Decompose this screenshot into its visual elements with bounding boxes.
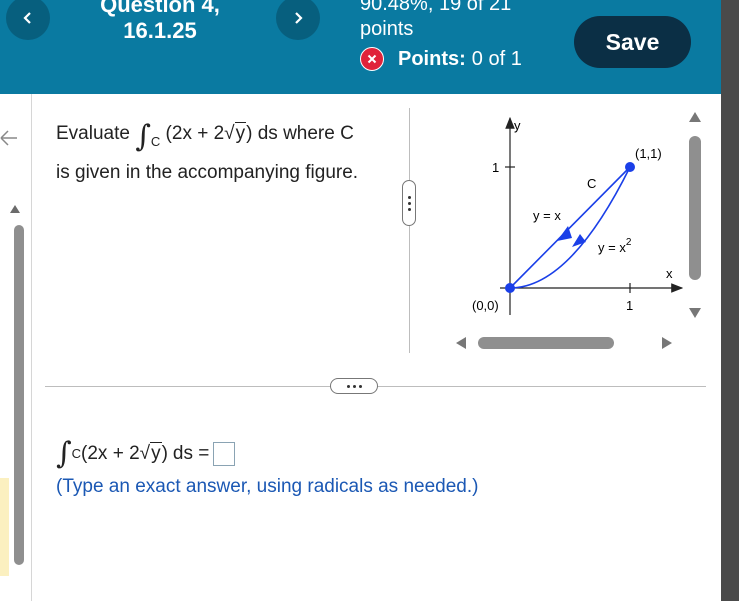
answer-sqrt-sign: √ bbox=[139, 443, 151, 464]
line-y-equals-x bbox=[509, 166, 631, 289]
line-label: y = x bbox=[533, 208, 561, 223]
pane-divider bbox=[31, 94, 32, 601]
window-edge bbox=[721, 0, 739, 601]
gear-icon[interactable] bbox=[636, 0, 650, 4]
arrow-left-icon[interactable] bbox=[0, 128, 18, 148]
parabola-label-base: y = x bbox=[598, 240, 626, 255]
sqrt-sign: √ bbox=[224, 123, 235, 144]
ds-equals: ds = bbox=[172, 443, 210, 464]
y-tick-label: 1 bbox=[492, 160, 499, 175]
question-line2: is given in the accompanying figure. bbox=[56, 162, 359, 183]
integral-symbol: ∫ bbox=[135, 119, 151, 154]
answer-instruction: (Type an exact answer, using radicals as… bbox=[56, 476, 479, 497]
vertical-splitter-handle[interactable] bbox=[402, 180, 416, 226]
scroll-left-arrow-icon bbox=[456, 337, 466, 349]
x-tick-label: 1 bbox=[626, 298, 633, 313]
curve-figure: y x 1 1 (0,0) (1,1) C y = x y = x2 bbox=[472, 116, 684, 315]
next-question-button[interactable] bbox=[276, 0, 320, 40]
answer-row: ∫ C (2x + 2 √y) ds = bbox=[56, 436, 236, 472]
integrand-start: (2x + 2 bbox=[165, 123, 225, 144]
score-unit: points bbox=[360, 18, 414, 40]
points-status: Points: 0 of 1 bbox=[360, 46, 522, 72]
points-value: 0 of 1 bbox=[471, 48, 522, 70]
curve-subscript: C bbox=[150, 134, 161, 149]
answer-input[interactable] bbox=[213, 442, 236, 466]
ds-where-text: ds where C bbox=[257, 123, 354, 144]
x-axis-label: x bbox=[666, 266, 673, 281]
answer-sqrt-expression: √y bbox=[140, 436, 162, 472]
score-summary: 90.48%, 19 of 21 points bbox=[360, 0, 511, 42]
scroll-down-arrow-icon bbox=[689, 308, 701, 318]
answer-sqrt-argument: y bbox=[150, 442, 162, 464]
left-scrollbar-thumb[interactable] bbox=[14, 225, 24, 565]
answer-integral-symbol: ∫ bbox=[56, 436, 72, 471]
answer-subscript: C bbox=[71, 446, 82, 461]
scroll-up-arrow-icon[interactable] bbox=[9, 203, 21, 215]
question-title: Question 4, 16.1.25 bbox=[90, 0, 230, 44]
figure-hscroll-thumb bbox=[478, 337, 614, 349]
y-axis-label: y bbox=[514, 118, 521, 133]
origin-label: (0,0) bbox=[472, 298, 499, 313]
points-label: Points: bbox=[398, 48, 466, 70]
left-pane-highlight bbox=[0, 478, 9, 576]
figure-horizontal-scrollbar[interactable] bbox=[444, 332, 684, 354]
horizontal-splitter-handle[interactable] bbox=[330, 378, 378, 394]
parabola-label: y = x2 bbox=[598, 237, 632, 255]
question-section: 16.1.25 bbox=[123, 18, 197, 43]
sqrt-argument: y bbox=[234, 122, 247, 144]
previous-question-button[interactable] bbox=[6, 0, 50, 40]
parabola-label-exponent: 2 bbox=[626, 237, 632, 248]
question-prefix: Evaluate bbox=[56, 123, 130, 144]
question-number: Question 4, bbox=[100, 0, 220, 17]
integrand-end: ) bbox=[246, 123, 253, 144]
question-header: Question 4, 16.1.25 90.48%, 19 of 21 poi… bbox=[0, 0, 721, 94]
scroll-up-arrow-icon bbox=[689, 112, 701, 122]
parabola-direction-arrow bbox=[572, 234, 586, 247]
save-button[interactable]: Save bbox=[574, 16, 691, 68]
end-point-label: (1,1) bbox=[635, 146, 662, 161]
figure-vscroll-thumb bbox=[689, 136, 701, 280]
chevron-right-icon bbox=[295, 12, 303, 24]
question-text: Evaluate ∫C (2x + 2√y) ds where C is giv… bbox=[56, 118, 401, 188]
answer-integrand-start: (2x + 2 bbox=[81, 443, 140, 464]
chevron-left-icon bbox=[23, 12, 31, 24]
vertical-splitter bbox=[409, 108, 410, 353]
answer-integrand-end: ) bbox=[161, 443, 168, 464]
sqrt-expression: √y bbox=[224, 118, 247, 149]
figure-vertical-scrollbar[interactable] bbox=[684, 100, 706, 328]
origin-point bbox=[505, 283, 515, 293]
curve-label: C bbox=[587, 176, 596, 191]
incorrect-icon bbox=[360, 47, 384, 71]
score-percent: 90.48%, 19 of 21 bbox=[360, 0, 512, 15]
end-point bbox=[625, 162, 635, 172]
scroll-right-arrow-icon bbox=[662, 337, 672, 349]
